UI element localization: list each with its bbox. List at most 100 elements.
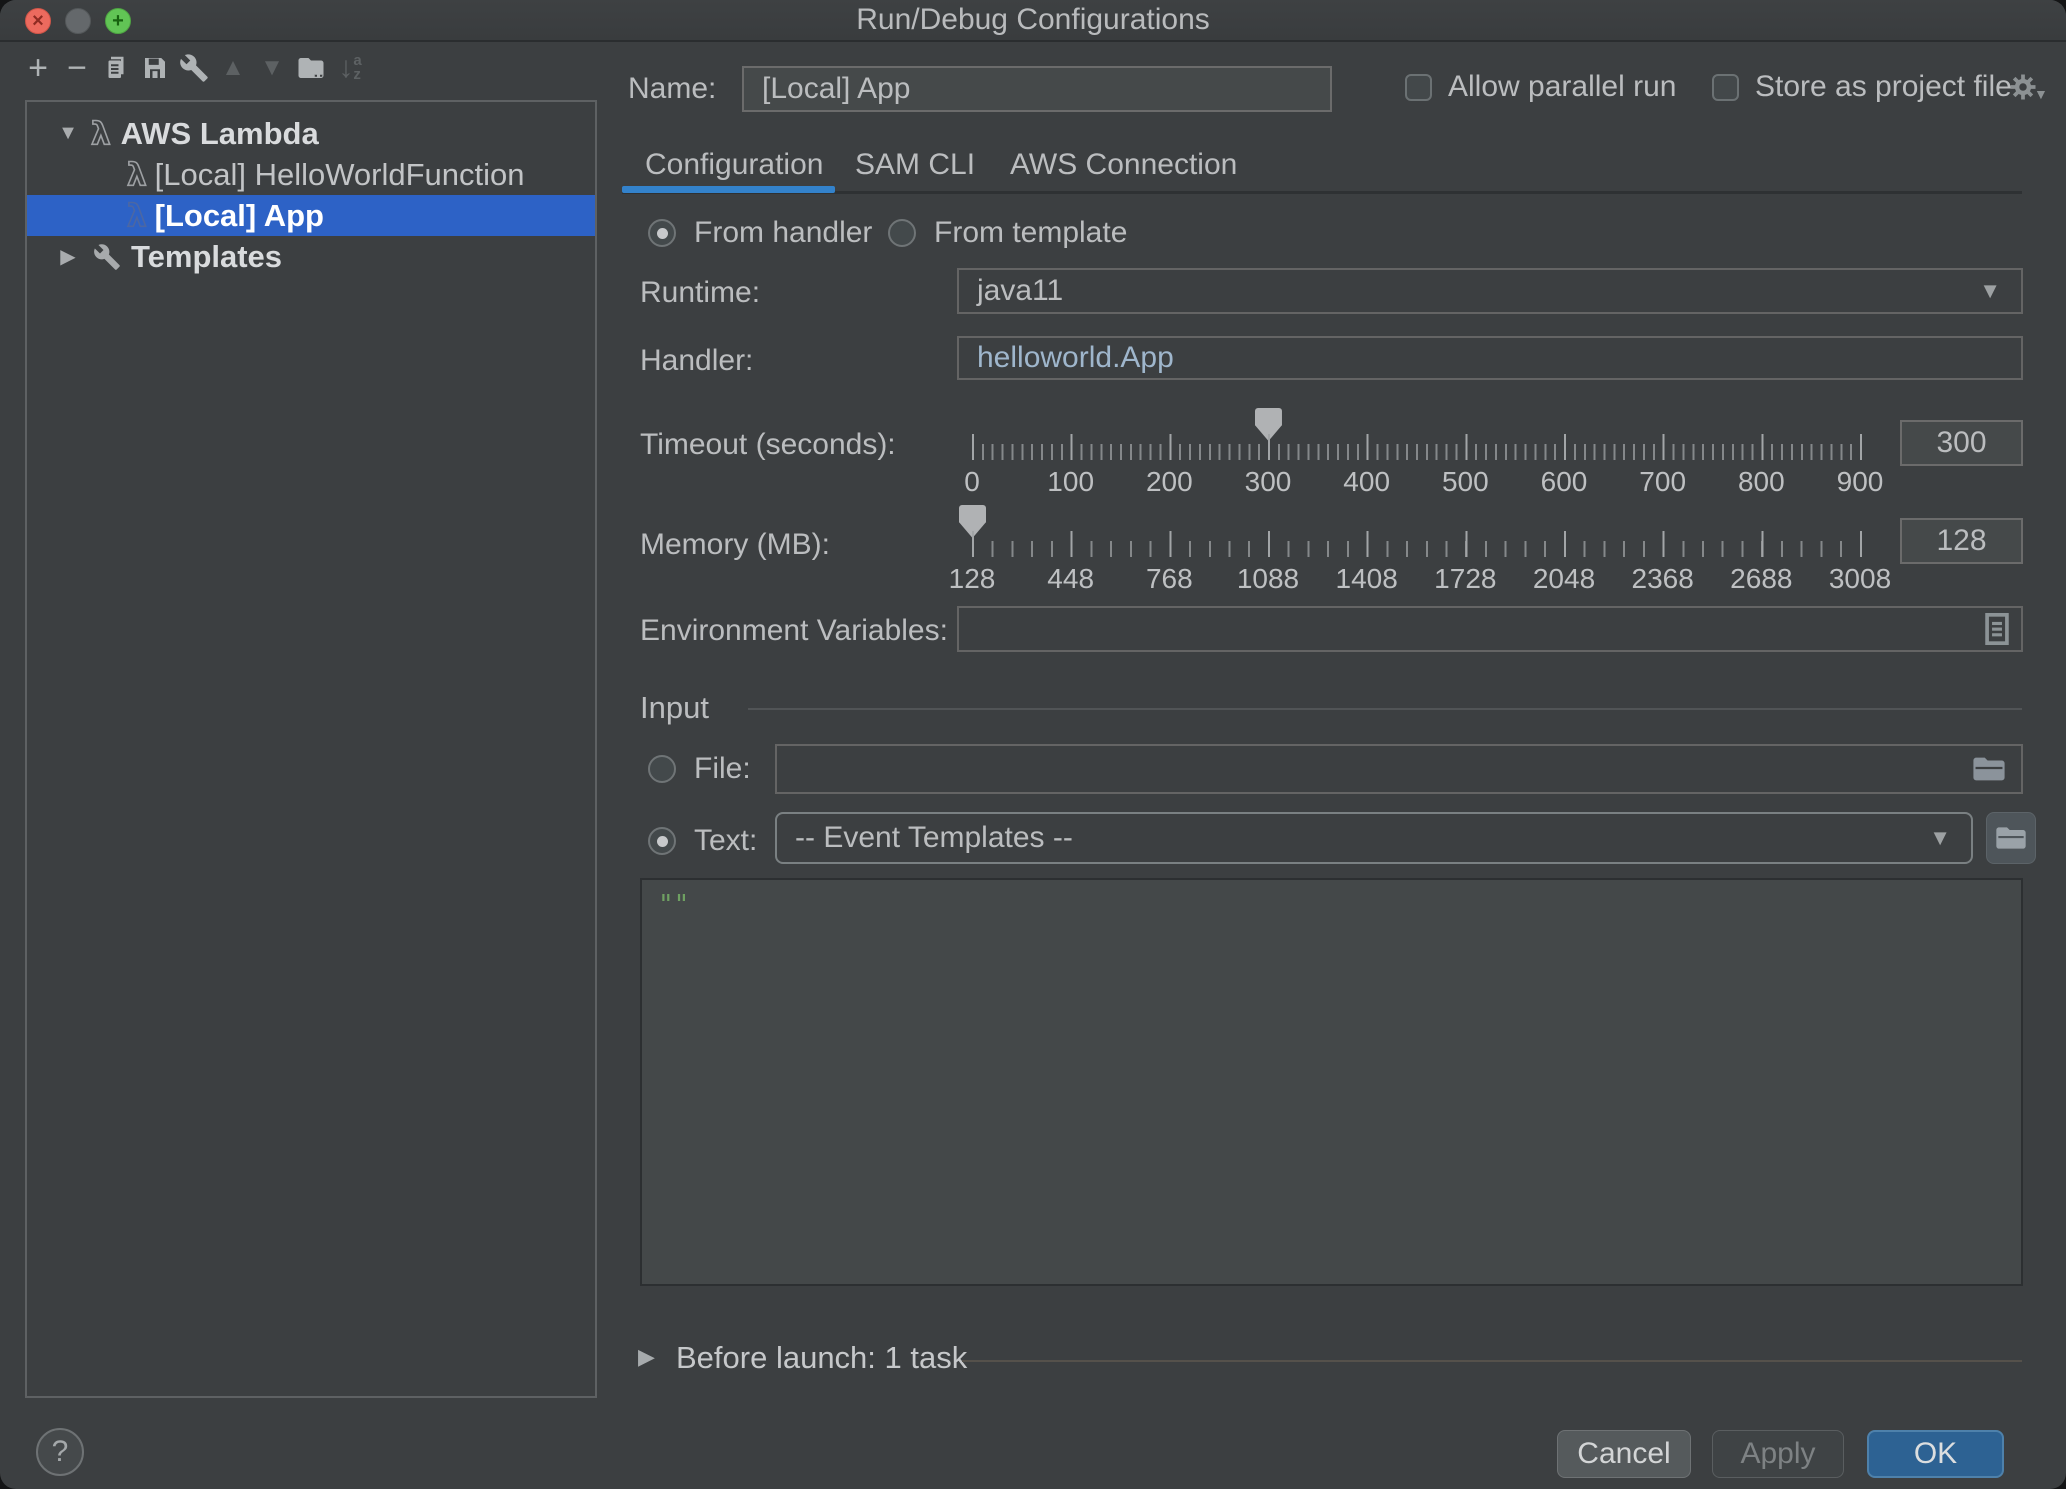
chevron-right-icon[interactable]: ▶: [55, 244, 81, 269]
timeout-tick-labels: 0100 200300 400500 600700 800900: [972, 466, 1860, 500]
cancel-button[interactable]: Cancel: [1557, 1430, 1691, 1478]
allow-parallel-run-option[interactable]: Allow parallel run: [1405, 70, 1676, 104]
file-label: File:: [694, 752, 751, 786]
lambda-icon: λ: [127, 157, 147, 193]
minus-icon: −: [67, 49, 87, 88]
text-label: Text:: [694, 824, 757, 858]
runtime-select[interactable]: java11 ▼: [957, 268, 2023, 314]
lambda-icon: λ: [91, 116, 111, 152]
file-radio[interactable]: [648, 755, 676, 783]
name-value: [Local] App: [762, 72, 910, 106]
timeout-slider-ticks: [972, 434, 1862, 460]
chevron-down-icon: ▼: [1929, 825, 1951, 851]
tree-item-label: [Local] HelloWorldFunction: [155, 157, 525, 193]
chevron-right-icon[interactable]: ▶: [638, 1344, 655, 1370]
configurations-tree: ▼ λ AWS Lambda λ [Local] HelloWorldFunct…: [25, 100, 597, 1398]
apply-button: Apply: [1712, 1430, 1844, 1478]
before-launch-toggle[interactable]: Before launch: 1 task: [676, 1340, 967, 1376]
tree-item-label: [Local] App: [155, 198, 324, 234]
env-vars-input[interactable]: [957, 606, 2023, 652]
tree-toolbar: + − ▲ ▼ ↓ az: [23, 50, 365, 86]
edit-templates-button[interactable]: [179, 50, 209, 86]
input-section-title: Input: [640, 690, 709, 726]
from-handler-option[interactable]: From handler: [648, 216, 872, 250]
active-tab-indicator: [622, 186, 835, 193]
handler-input[interactable]: helloworld.App: [957, 336, 2023, 380]
folder-open-icon: [1995, 824, 2027, 852]
timeout-slider[interactable]: 0100 200300 400500 600700 800900: [972, 408, 1860, 504]
ok-button[interactable]: OK: [1867, 1430, 2004, 1478]
window-title: Run/Debug Configurations: [0, 0, 2066, 42]
event-templates-select[interactable]: -- Event Templates -- ▼: [775, 812, 1973, 864]
env-vars-label: Environment Variables:: [640, 614, 948, 648]
wrench-icon: [93, 243, 121, 271]
store-settings-button[interactable]: ▼: [2008, 72, 2048, 102]
input-section-divider: [748, 708, 2022, 710]
allow-parallel-run-label: Allow parallel run: [1448, 70, 1676, 104]
file-input[interactable]: [775, 744, 2023, 794]
move-down-button: ▼: [257, 50, 287, 86]
list-icon: [1982, 612, 2012, 646]
remove-configuration-button[interactable]: −: [62, 50, 92, 86]
add-configuration-button[interactable]: +: [23, 50, 53, 86]
copy-configuration-button[interactable]: [101, 50, 131, 86]
zoom-window-icon[interactable]: +: [105, 8, 131, 34]
wrench-icon: [179, 53, 209, 83]
file-option[interactable]: File:: [648, 752, 751, 786]
sort-configurations-button: ↓ az: [335, 50, 365, 86]
copy-icon: [101, 53, 131, 83]
tab-aws-connection[interactable]: AWS Connection: [1010, 148, 1237, 182]
event-templates-value: -- Event Templates --: [795, 821, 1073, 855]
timeout-value: 300: [1936, 426, 1986, 460]
tab-sam-cli[interactable]: SAM CLI: [855, 148, 975, 182]
editor-string-value: "": [658, 890, 689, 920]
titlebar: Run/Debug Configurations × +: [0, 0, 2066, 42]
text-radio[interactable]: [648, 827, 676, 855]
new-folder-button[interactable]: [296, 50, 326, 86]
text-browse-button[interactable]: [1986, 812, 2036, 864]
add-icon: +: [28, 49, 48, 88]
tree-item-helloworldfunction[interactable]: λ [Local] HelloWorldFunction: [27, 154, 595, 195]
tree-item-local-app[interactable]: λ [Local] App: [27, 195, 595, 236]
from-handler-radio[interactable]: [648, 219, 676, 247]
memory-slider[interactable]: 128448 7681088 14081728 20482368 2688300…: [972, 505, 1860, 601]
allow-parallel-run-checkbox[interactable]: [1405, 74, 1432, 101]
sort-az-icon: ↓ az: [338, 51, 361, 85]
tree-item-templates[interactable]: ▶ Templates: [27, 236, 595, 277]
name-input[interactable]: [Local] App: [742, 66, 1332, 112]
run-debug-configurations-dialog: Run/Debug Configurations × + + − ▲ ▼ ↓ a…: [0, 0, 2066, 1489]
file-browse-button[interactable]: [1972, 754, 2006, 784]
chevron-down-icon[interactable]: ▼: [55, 122, 81, 145]
tree-item-label: AWS Lambda: [121, 116, 319, 152]
tree-item-aws-lambda[interactable]: ▼ λ AWS Lambda: [27, 113, 595, 154]
handler-label: Handler:: [640, 344, 753, 378]
arrow-down-icon: ▼: [260, 54, 284, 82]
store-as-project-file-option[interactable]: Store as project file: [1712, 70, 2012, 104]
arrow-up-icon: ▲: [221, 54, 245, 82]
from-template-label: From template: [934, 216, 1127, 250]
from-template-radio[interactable]: [888, 219, 916, 247]
question-icon: ?: [52, 1435, 69, 1469]
name-label: Name:: [628, 72, 716, 106]
store-as-project-file-checkbox[interactable]: [1712, 74, 1739, 101]
memory-tick-labels: 128448 7681088 14081728 20482368 2688300…: [972, 563, 1860, 597]
from-handler-label: From handler: [694, 216, 872, 250]
timeout-value-input[interactable]: 300: [1900, 420, 2023, 466]
lambda-icon: λ: [127, 198, 147, 234]
from-template-option[interactable]: From template: [888, 216, 1127, 250]
text-option[interactable]: Text:: [648, 824, 757, 858]
timeout-label: Timeout (seconds):: [640, 428, 896, 462]
chevron-down-icon: ▼: [1979, 278, 2001, 304]
folder-plus-icon: [296, 52, 326, 84]
memory-value: 128: [1936, 524, 1986, 558]
tree-item-label: Templates: [131, 239, 282, 275]
close-window-icon[interactable]: ×: [25, 8, 51, 34]
memory-value-input[interactable]: 128: [1900, 518, 2023, 564]
save-configuration-button[interactable]: [140, 50, 170, 86]
event-text-editor[interactable]: "": [640, 878, 2023, 1286]
help-button[interactable]: ?: [36, 1428, 84, 1476]
folder-icon: [1972, 754, 2006, 784]
tab-configuration[interactable]: Configuration: [645, 148, 823, 182]
env-vars-browse-button[interactable]: [1982, 612, 2012, 646]
runtime-value: java11: [977, 274, 1063, 308]
